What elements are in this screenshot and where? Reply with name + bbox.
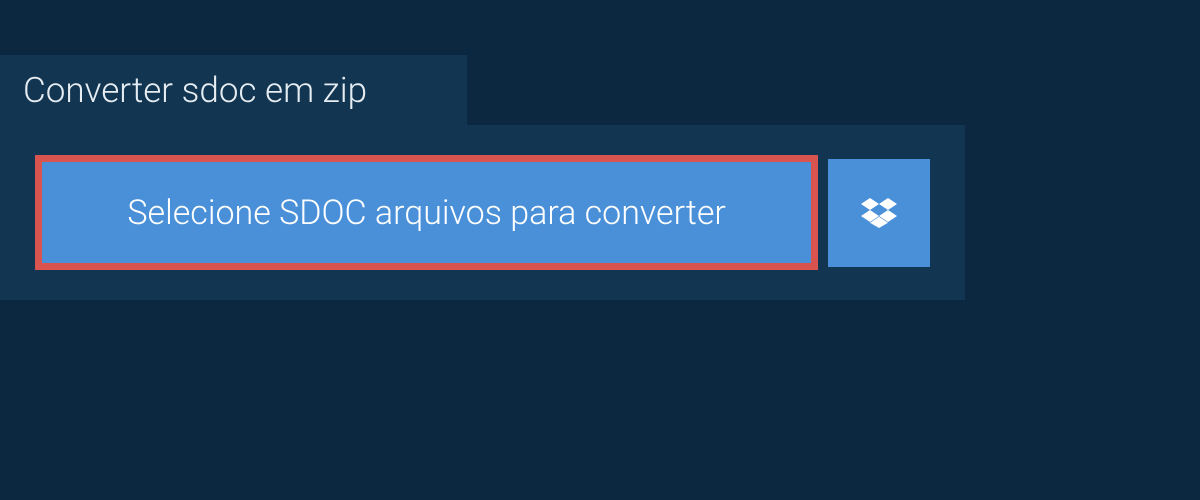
page-title: Converter sdoc em zip xyxy=(23,70,367,111)
upload-panel: Selecione SDOC arquivos para converter xyxy=(0,125,965,300)
select-files-label: Selecione SDOC arquivos para converter xyxy=(127,193,726,233)
select-files-button[interactable]: Selecione SDOC arquivos para converter xyxy=(35,155,818,270)
dropbox-icon xyxy=(861,195,897,231)
dropbox-button[interactable] xyxy=(828,159,930,267)
title-bar: Converter sdoc em zip xyxy=(0,55,467,125)
